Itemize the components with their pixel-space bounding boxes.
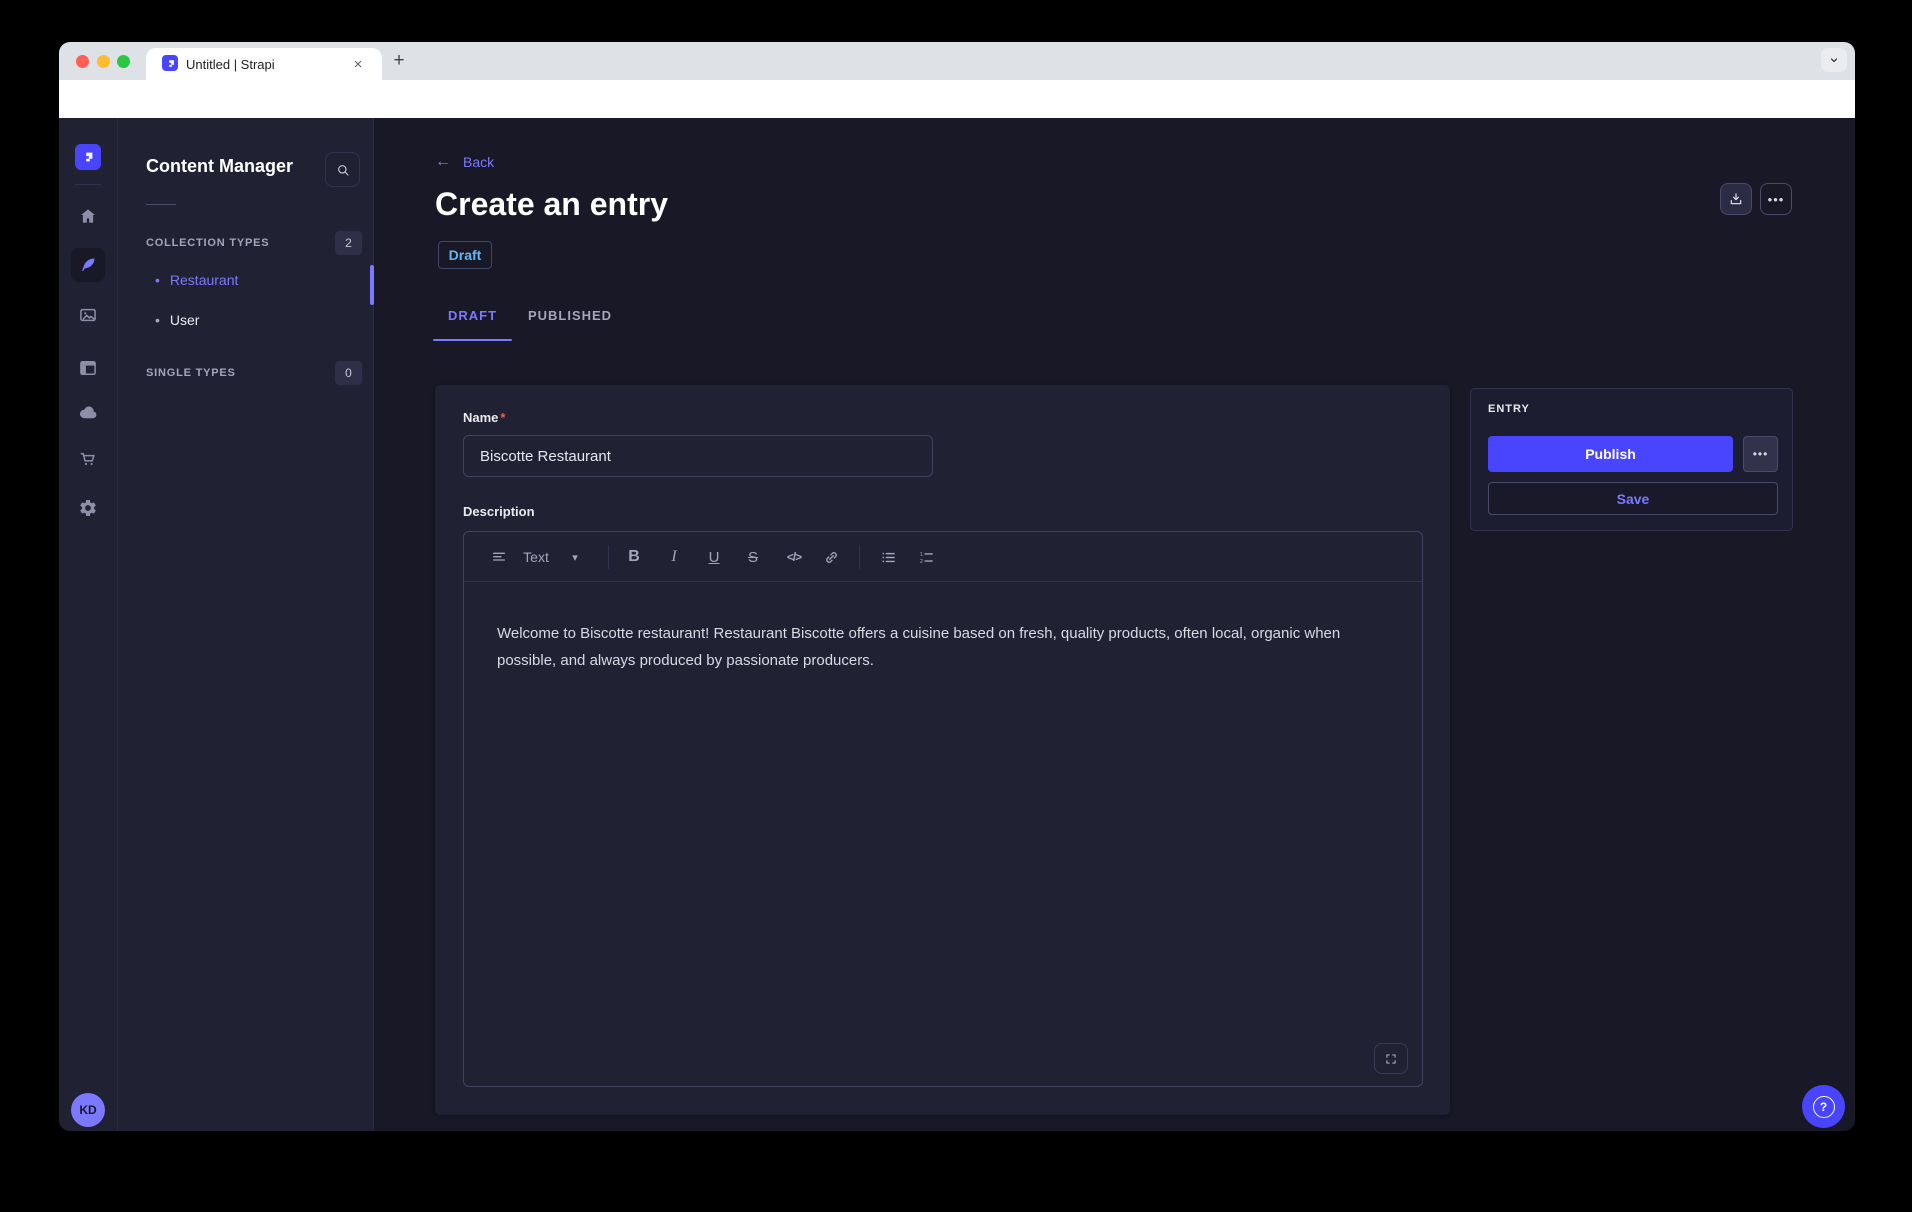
browser-tab[interactable]: Untitled | Strapi × [146, 48, 382, 80]
bullet-icon: • [155, 273, 160, 287]
editor-content[interactable]: Welcome to Biscotte restaurant! Restaura… [464, 582, 1422, 1086]
close-window-button[interactable] [76, 55, 89, 68]
rich-text-editor: Text ▾ B I U S </> [463, 531, 1423, 1087]
active-tab-underline [433, 339, 512, 341]
sidebar-item-user[interactable]: • User [155, 311, 199, 329]
tab-published[interactable]: PUBLISHED [520, 302, 620, 328]
collection-types-count-badge: 2 [335, 231, 362, 255]
bold-button[interactable]: B [620, 532, 648, 582]
name-input[interactable] [463, 435, 933, 477]
help-button[interactable]: ? [1802, 1085, 1845, 1128]
sidebar-item-label: Restaurant [170, 272, 238, 288]
main-nav: KD [59, 118, 118, 1131]
entry-more-button[interactable]: ••• [1743, 436, 1778, 472]
entry-panel-title: ENTRY [1488, 403, 1530, 415]
bullet-icon: • [155, 313, 160, 327]
numbered-list-button[interactable]: 1 2 [912, 532, 940, 582]
subnav-title: Content Manager [146, 156, 293, 177]
new-tab-button[interactable]: + [388, 50, 410, 72]
home-icon[interactable] [76, 204, 100, 228]
back-label: Back [463, 154, 494, 170]
toolbar-separator [859, 545, 860, 569]
page-title: Create an entry [435, 186, 668, 223]
subnav-divider [146, 204, 176, 205]
expand-editor-icon[interactable] [1374, 1043, 1408, 1074]
nav-divider [75, 184, 101, 185]
entry-panel: ENTRY Publish ••• Save [1470, 388, 1793, 531]
link-button[interactable] [817, 532, 845, 582]
svg-text:2: 2 [919, 558, 922, 564]
sidebar-item-restaurant[interactable]: • Restaurant [155, 271, 238, 289]
code-button[interactable]: </> [780, 532, 808, 582]
section-collection-types: COLLECTION TYPES [146, 237, 269, 249]
sidebar-item-label: User [170, 312, 200, 328]
name-field-label: Name* [463, 410, 505, 425]
required-asterisk: * [500, 410, 505, 425]
minimize-window-button[interactable] [97, 55, 110, 68]
status-badge: Draft [438, 241, 492, 269]
toolbar-separator [608, 545, 609, 569]
maximize-window-button[interactable] [117, 55, 130, 68]
tab-close-icon[interactable]: × [348, 54, 368, 74]
save-button[interactable]: Save [1488, 482, 1778, 515]
strapi-logo[interactable] [75, 144, 101, 170]
tab-title: Untitled | Strapi [186, 57, 275, 72]
svg-text:1: 1 [919, 551, 922, 557]
section-single-types: SINGLE TYPES [146, 367, 236, 379]
question-mark-icon: ? [1813, 1096, 1835, 1118]
align-left-icon[interactable] [486, 532, 512, 582]
cloud-deploy-icon[interactable] [76, 400, 100, 424]
single-types-count-badge: 0 [335, 361, 362, 385]
search-button[interactable] [325, 152, 360, 187]
browser-toolbar: ← → localhost:1337/admin/content-manager… [59, 80, 1855, 118]
export-download-button[interactable] [1720, 183, 1752, 215]
header-more-button[interactable]: ••• [1760, 183, 1792, 215]
browser-tab-strip: Untitled | Strapi × + [59, 42, 1855, 80]
bulleted-list-button[interactable] [874, 532, 902, 582]
content-type-builder-icon[interactable] [76, 356, 100, 380]
underline-button[interactable]: U [700, 532, 728, 582]
browser-window: Untitled | Strapi × + ← → localhost:1337… [59, 42, 1855, 1131]
back-link[interactable]: ← Back [435, 151, 494, 173]
description-field-label: Description [463, 504, 535, 519]
editor-toolbar: Text ▾ B I U S </> [464, 532, 1422, 582]
main-content: ← Back Create an entry Draft ••• DRAFT P… [374, 118, 1855, 1131]
back-arrow-icon: ← [435, 153, 451, 171]
tab-search-chevron-icon[interactable] [1821, 48, 1847, 72]
chevron-down-icon[interactable]: ▾ [564, 532, 586, 582]
content-manager-feather-icon[interactable] [76, 253, 100, 277]
tab-draft[interactable]: DRAFT [433, 302, 512, 328]
content-manager-subnav: Content Manager COLLECTION TYPES 2 • Res… [118, 118, 374, 1131]
media-library-icon[interactable] [76, 303, 100, 327]
entry-form-card: Name* Description Text ▾ B I U [435, 385, 1450, 1115]
settings-gear-icon[interactable] [76, 496, 100, 520]
strapi-favicon [162, 55, 178, 71]
strikethrough-button[interactable]: S [739, 532, 767, 582]
user-avatar[interactable]: KD [71, 1093, 105, 1127]
marketplace-cart-icon[interactable] [76, 447, 100, 471]
italic-button[interactable]: I [660, 532, 688, 582]
publish-button[interactable]: Publish [1488, 436, 1733, 472]
block-type-select[interactable]: Text [516, 532, 556, 582]
